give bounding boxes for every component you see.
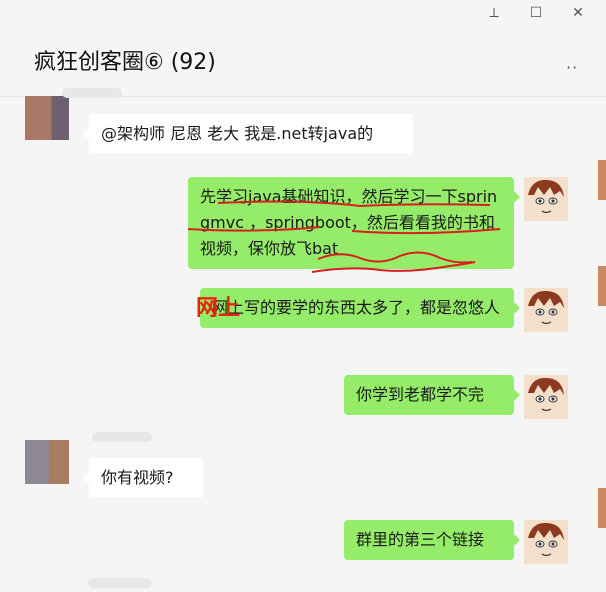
- cropped-avatar-edge: [598, 160, 606, 200]
- chat-header: ⟂ ☐ ✕ 疯狂创客圈⑥ (92) ··: [0, 0, 606, 97]
- message-bubble-outgoing: 网上写的要学的东西太多了，都是忽悠人: [200, 288, 520, 328]
- cropped-avatar-edge: [598, 266, 606, 306]
- sender-name-blurred: [92, 432, 152, 442]
- chat-title: 疯狂创客圈⑥ (92): [34, 50, 216, 75]
- cartoon-avatar-icon: [524, 375, 568, 419]
- sender-name-blurred: [62, 88, 122, 98]
- sender-avatar[interactable]: [25, 96, 69, 140]
- message-bubble-outgoing: 先学习java基础知识，然后学习一下springmvc ，springboot，…: [188, 177, 520, 269]
- message-bubble-incoming: @架构师 尼恩 老大 我是.net转java的: [83, 114, 413, 154]
- message-bubble-outgoing: 你学到老都学不完: [344, 375, 520, 415]
- sender-avatar[interactable]: [25, 440, 69, 484]
- cartoon-avatar-icon: [524, 177, 568, 221]
- cropped-avatar-edge: [598, 488, 606, 528]
- close-icon[interactable]: ✕: [568, 4, 588, 22]
- message-bubble-outgoing: 群里的第三个链接: [344, 520, 520, 560]
- maximize-icon[interactable]: ☐: [526, 4, 546, 22]
- my-avatar[interactable]: [524, 288, 568, 332]
- message-bubble-incoming: 你有视频?: [83, 458, 203, 498]
- my-avatar[interactable]: [524, 520, 568, 564]
- more-options-icon[interactable]: ··: [566, 58, 578, 77]
- annotation-label: 网上: [196, 296, 241, 321]
- pin-icon[interactable]: ⟂: [484, 4, 504, 22]
- cartoon-avatar-icon: [524, 520, 568, 564]
- sender-name-blurred: [88, 578, 152, 588]
- my-avatar[interactable]: [524, 177, 568, 221]
- my-avatar[interactable]: [524, 375, 568, 419]
- cartoon-avatar-icon: [524, 288, 568, 332]
